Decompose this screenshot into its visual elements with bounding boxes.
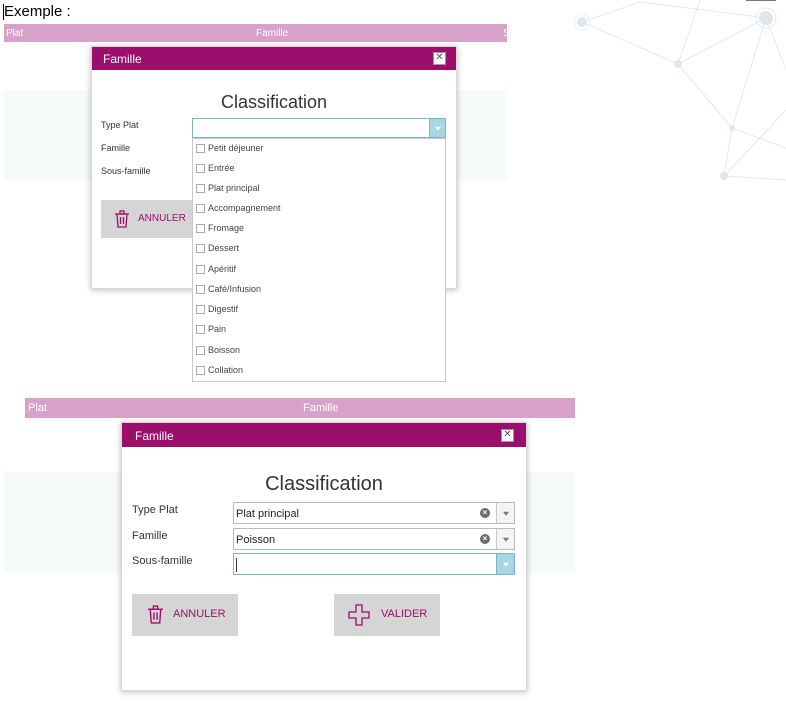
dropdown-arrow[interactable] <box>429 119 445 137</box>
chevron-down-icon <box>502 537 509 542</box>
label-sous-famille: Sous-famille <box>132 555 193 567</box>
checkbox[interactable] <box>196 224 205 233</box>
option-label: Petit déjeuner <box>208 143 264 153</box>
trash-icon <box>115 210 129 228</box>
checkbox[interactable] <box>196 366 205 375</box>
option-label: Dessert <box>208 243 240 253</box>
option-label: Plat principal <box>208 183 260 193</box>
dropdown-option[interactable]: Fromage <box>195 220 443 240</box>
checkbox[interactable] <box>196 265 205 274</box>
cancel-button[interactable]: ANNULER <box>101 200 193 238</box>
cancel-button-label: ANNULER <box>138 213 186 224</box>
dropdown-option[interactable]: Dessert <box>195 240 443 260</box>
caption-text: Exemple : <box>4 3 71 20</box>
dropdown-option[interactable]: Pain <box>195 321 443 341</box>
checkbox[interactable] <box>196 325 205 334</box>
option-label: Entrée <box>208 163 235 173</box>
option-label: Collation <box>208 365 244 375</box>
dropdown-arrow[interactable] <box>496 554 514 574</box>
checkbox[interactable] <box>196 285 205 294</box>
dialog-header: Famille ✕ <box>92 47 456 70</box>
checkbox[interactable] <box>196 164 205 173</box>
close-icon: ✕ <box>435 52 444 63</box>
dialog-header: Famille ✕ <box>122 423 526 447</box>
cancel-button[interactable]: ANNULER <box>132 594 238 636</box>
dropdown-arrow[interactable] <box>496 529 514 549</box>
dropdown-option[interactable]: Apéritif <box>195 261 443 281</box>
type-plat-dropdown-list: Petit déjeuner Entrée Plat principal Acc… <box>192 138 446 382</box>
chevron-down-icon <box>434 126 441 131</box>
chevron-down-icon <box>502 511 509 516</box>
famille-combobox[interactable]: Poisson × <box>233 528 515 550</box>
label-famille: Famille <box>132 530 168 542</box>
column-header-famille[interactable]: Famille <box>256 28 288 39</box>
label-type-plat: Type Plat <box>101 120 139 130</box>
chevron-down-icon <box>502 562 509 567</box>
dropdown-option[interactable]: Entrée <box>195 160 443 180</box>
option-label: Café/Infusion <box>208 284 262 294</box>
option-label: Boisson <box>208 345 241 355</box>
plus-icon <box>348 604 370 626</box>
dropdown-option[interactable]: Collation <box>195 362 443 382</box>
top-grid-header: Plat Famille S <box>4 24 510 42</box>
corner-line <box>746 0 776 1</box>
dropdown-arrow[interactable] <box>496 503 514 523</box>
checkbox[interactable] <box>196 346 205 355</box>
checkbox[interactable] <box>196 244 205 253</box>
dropdown-option[interactable]: Digestif <box>195 301 443 321</box>
label-famille: Famille <box>101 143 131 153</box>
text-cursor <box>236 558 237 572</box>
validate-button-label: VALIDER <box>381 608 428 620</box>
option-label: Digestif <box>208 304 239 314</box>
sous-famille-combobox[interactable] <box>233 553 515 575</box>
type-plat-value: Plat principal <box>236 508 299 520</box>
dialog-title: Famille <box>135 429 174 443</box>
close-icon: ✕ <box>503 429 512 440</box>
option-label: Accompagnement <box>208 203 281 213</box>
column-header-famille[interactable]: Famille <box>303 402 338 414</box>
checkbox[interactable] <box>196 204 205 213</box>
trash-icon <box>148 605 163 624</box>
option-label: Pain <box>208 324 227 334</box>
checkbox[interactable] <box>196 144 205 153</box>
cancel-button-label: ANNULER <box>173 608 226 620</box>
column-header-plat[interactable]: Plat <box>6 28 23 39</box>
dropdown-option[interactable]: Accompagnement <box>195 200 443 220</box>
label-sous-famille: Sous-famille <box>101 166 151 176</box>
label-type-plat: Type Plat <box>132 504 178 516</box>
dropdown-option[interactable]: Boisson <box>195 342 443 362</box>
close-button[interactable]: ✕ <box>501 429 514 442</box>
dialog-heading: Classification <box>265 473 383 495</box>
validate-button[interactable]: VALIDER <box>334 594 440 636</box>
column-header-third[interactable]: S <box>503 28 510 39</box>
bottom-grid-header: Plat Famille <box>25 398 575 418</box>
clear-circle-icon[interactable]: × <box>480 534 490 544</box>
dropdown-option[interactable]: Plat principal <box>195 180 443 200</box>
type-plat-combobox[interactable]: Plat principal × <box>233 502 515 524</box>
option-label: Fromage <box>208 223 245 233</box>
dialog-heading: Classification <box>220 92 328 112</box>
type-plat-combobox[interactable] <box>192 118 446 138</box>
dropdown-option[interactable]: Café/Infusion <box>195 281 443 301</box>
checkbox[interactable] <box>196 184 205 193</box>
dropdown-option[interactable]: Petit déjeuner <box>195 140 443 160</box>
option-label: Apéritif <box>208 264 237 274</box>
close-button[interactable]: ✕ <box>433 52 446 65</box>
bottom-dialog: Famille ✕ Classification Type Plat Famil… <box>121 422 527 691</box>
famille-value: Poisson <box>236 534 276 546</box>
column-header-plat[interactable]: Plat <box>28 402 47 414</box>
clear-circle-icon[interactable]: × <box>480 508 490 518</box>
checkbox[interactable] <box>196 305 205 314</box>
dialog-title: Famille <box>103 52 142 66</box>
